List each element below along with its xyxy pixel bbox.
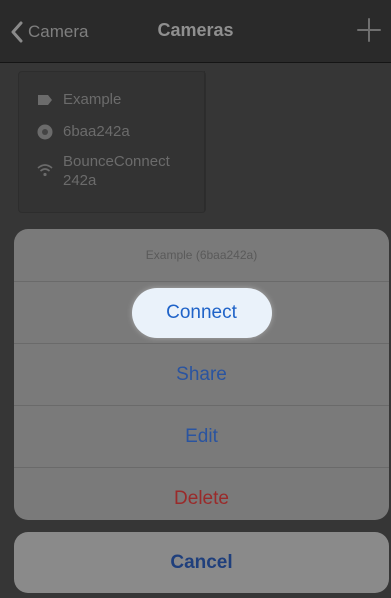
page-title: Cameras bbox=[157, 20, 234, 40]
camera-id: 6baa242a bbox=[63, 123, 130, 140]
delete-button[interactable]: Delete bbox=[14, 468, 389, 520]
camera-card[interactable]: Example 6baa242a BounceConnect 242a bbox=[18, 71, 206, 213]
tag-icon bbox=[37, 92, 53, 108]
camera-name-row: Example bbox=[37, 90, 121, 109]
cancel-button[interactable]: Cancel bbox=[14, 532, 389, 593]
wifi-icon bbox=[37, 162, 53, 178]
connect-label: Connect bbox=[166, 301, 237, 323]
camera-network: BounceConnect 242a bbox=[63, 153, 170, 189]
connect-button-highlight: Connect bbox=[131, 287, 272, 338]
camera-network-row: BounceConnect 242a bbox=[37, 152, 170, 190]
share-button[interactable]: Share bbox=[14, 344, 389, 406]
plus-icon[interactable] bbox=[355, 16, 383, 44]
camera-name: Example bbox=[63, 91, 122, 108]
camera-id-row: 6baa242a bbox=[37, 122, 130, 141]
action-sheet: Example (6baa242a) Connect Share Edit De… bbox=[14, 229, 389, 520]
divider bbox=[204, 71, 205, 211]
navigation-bar: Camera Cameras bbox=[0, 0, 391, 63]
camera-lens-icon bbox=[37, 124, 53, 140]
edit-button[interactable]: Edit bbox=[14, 406, 389, 468]
connect-button[interactable]: Connect bbox=[14, 282, 389, 344]
action-sheet-title: Example (6baa242a) bbox=[14, 229, 389, 282]
